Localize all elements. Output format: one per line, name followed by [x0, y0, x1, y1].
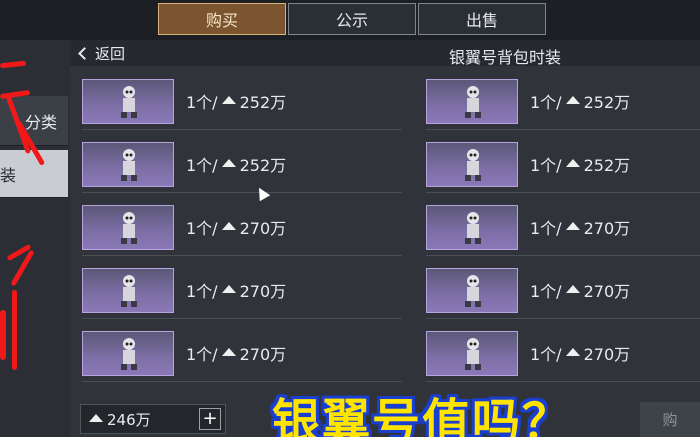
divider [82, 129, 402, 130]
panel-header: 返回 银翼号背包时装 [70, 40, 700, 67]
item-thumbnail [426, 142, 518, 187]
divider [82, 255, 402, 256]
item-thumbnail [426, 205, 518, 250]
coin-icon [565, 159, 580, 167]
listing-item[interactable]: 1个/270万 [426, 205, 700, 257]
backpack-icon [465, 212, 481, 244]
backpack-icon [121, 149, 137, 181]
divider [426, 129, 700, 130]
currency-balance: 246万 + [80, 404, 226, 434]
item-price: 1个/270万 [186, 282, 287, 301]
backpack-icon [121, 338, 137, 370]
coin-icon [89, 414, 103, 422]
divider [82, 318, 402, 319]
divider [82, 192, 402, 193]
item-thumbnail [426, 79, 518, 124]
item-thumbnail [82, 205, 174, 250]
sidebar-item-label: 装 [0, 165, 17, 185]
backpack-icon [465, 275, 481, 307]
coin-icon [565, 348, 580, 356]
listing-item[interactable]: 1个/270万 [426, 268, 700, 320]
plus-icon: + [202, 408, 218, 429]
listing-item[interactable]: 1个/252万 [426, 79, 700, 131]
item-thumbnail [426, 331, 518, 376]
item-price: 1个/252万 [186, 156, 287, 175]
listing-item[interactable]: 1个/270万 [426, 331, 700, 383]
coin-icon [221, 348, 236, 356]
listing-item[interactable]: 1个/270万 [82, 205, 402, 257]
page-title: 银翼号背包时装 [448, 48, 561, 67]
backpack-icon [465, 149, 481, 181]
coin-icon [221, 285, 236, 293]
listing-item[interactable]: 1个/270万 [82, 268, 402, 320]
video-caption: 银翼号值吗？ [272, 394, 573, 437]
listing-item[interactable]: 1个/252万 [82, 79, 402, 131]
backpack-icon [121, 212, 137, 244]
item-thumbnail [82, 142, 174, 187]
listing-item[interactable]: 1个/270万 [82, 331, 402, 383]
tab-announce[interactable]: 公示 [288, 3, 416, 35]
add-currency-button[interactable]: + [199, 408, 221, 430]
coin-icon [221, 96, 236, 104]
coin-icon [565, 285, 580, 293]
tab-buy[interactable]: 购买 [158, 3, 286, 35]
coin-icon [565, 96, 580, 104]
item-price: 1个/252万 [530, 156, 631, 175]
listing-item[interactable]: 1个/252万 [426, 142, 700, 194]
item-price: 1个/270万 [530, 282, 631, 301]
item-price: 1个/270万 [530, 345, 631, 364]
tab-sell[interactable]: 出售 [418, 3, 546, 35]
item-thumbnail [426, 268, 518, 313]
buy-button[interactable]: 购 [640, 402, 700, 437]
sidebar-item-selected[interactable]: 装 [0, 150, 68, 198]
item-thumbnail [82, 79, 174, 124]
item-thumbnail [82, 331, 174, 376]
item-price: 1个/252万 [186, 93, 287, 112]
item-thumbnail [82, 268, 174, 313]
divider [426, 192, 700, 193]
divider [426, 318, 700, 319]
item-price: 1个/252万 [530, 93, 631, 112]
backpack-icon [121, 86, 137, 118]
backpack-icon [121, 275, 137, 307]
top-tab-bar: 购买 公示 出售 [0, 0, 700, 40]
backpack-icon [465, 86, 481, 118]
item-price: 1个/270万 [530, 219, 631, 238]
listing-panel: 返回 银翼号背包时装 1个/252万 1个/252万 1个/270万 1个/27… [70, 40, 700, 437]
coin-icon [565, 222, 580, 230]
listing-item[interactable]: 1个/252万 [82, 142, 402, 194]
balance-value: 246万 [107, 410, 151, 429]
coin-icon [221, 222, 236, 230]
backpack-icon [465, 338, 481, 370]
coin-icon [221, 159, 236, 167]
divider [426, 255, 700, 256]
item-price: 1个/270万 [186, 219, 287, 238]
item-price: 1个/270万 [186, 345, 287, 364]
